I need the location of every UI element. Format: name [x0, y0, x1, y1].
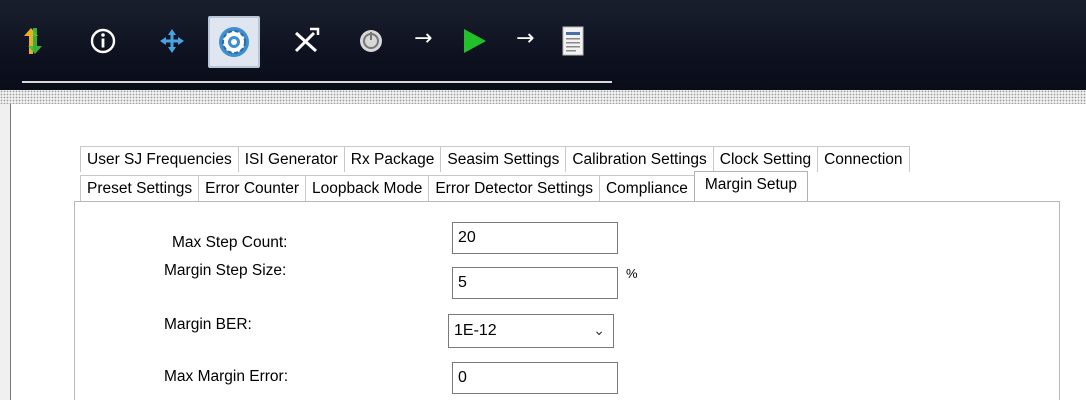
tab-rx-package[interactable]: Rx Package [343, 146, 442, 172]
margin-ber-label: Margin BER: [164, 316, 252, 333]
tab-row-2: Preset Settings Error Counter Loopback M… [80, 171, 809, 201]
toolbar: → → [0, 0, 1086, 90]
chevron-down-icon[interactable]: ⌄ [593, 315, 605, 347]
report-document-icon[interactable] [558, 22, 588, 60]
tab-isi-generator[interactable]: ISI Generator [237, 146, 345, 172]
run-play-icon[interactable] [456, 22, 492, 60]
tab-margin-setup[interactable]: Margin Setup [693, 171, 809, 201]
tab-error-counter[interactable]: Error Counter [198, 175, 307, 201]
power-icon[interactable] [354, 22, 388, 60]
settings-gear-icon[interactable] [208, 16, 260, 68]
flow-arrow-icon: → [516, 26, 535, 51]
percent-unit: % [626, 266, 638, 281]
margin-step-size-label: Margin Step Size: [164, 262, 287, 279]
dotted-separator [0, 90, 1086, 104]
tab-preset-settings[interactable]: Preset Settings [80, 175, 200, 201]
info-icon[interactable] [86, 22, 120, 60]
tab-loopback-mode[interactable]: Loopback Mode [305, 175, 430, 201]
tab-seasim-settings[interactable]: Seasim Settings [440, 146, 567, 172]
flow-arrow-icon: → [414, 26, 433, 51]
max-margin-error-input[interactable]: 0 [452, 362, 618, 394]
max-step-count-label: Max Step Count: [172, 234, 288, 251]
tab-error-detector-settings[interactable]: Error Detector Settings [428, 175, 600, 201]
move-crosshair-icon[interactable] [152, 22, 192, 60]
tab-row-1: User SJ Frequencies ISI Generator Rx Pac… [80, 146, 910, 172]
tools-icon[interactable] [286, 22, 326, 60]
sort-arrows-icon[interactable] [20, 22, 48, 60]
tab-calibration-settings[interactable]: Calibration Settings [565, 146, 714, 172]
tab-compliance[interactable]: Compliance [598, 175, 695, 201]
frame-edge [0, 104, 10, 400]
tab-clock-setting[interactable]: Clock Setting [712, 146, 819, 172]
max-step-count-input[interactable]: 20 [452, 222, 618, 254]
toolbar-divider [22, 81, 612, 83]
tab-connection[interactable]: Connection [817, 146, 910, 172]
margin-step-size-input[interactable]: 5 [452, 267, 618, 299]
margin-ber-select[interactable]: 1E-12 ⌄ [448, 314, 614, 348]
margin-ber-selected: 1E-12 [454, 322, 497, 339]
tab-user-sj-frequencies[interactable]: User SJ Frequencies [80, 146, 239, 172]
max-margin-error-label: Max Margin Error: [164, 368, 289, 385]
